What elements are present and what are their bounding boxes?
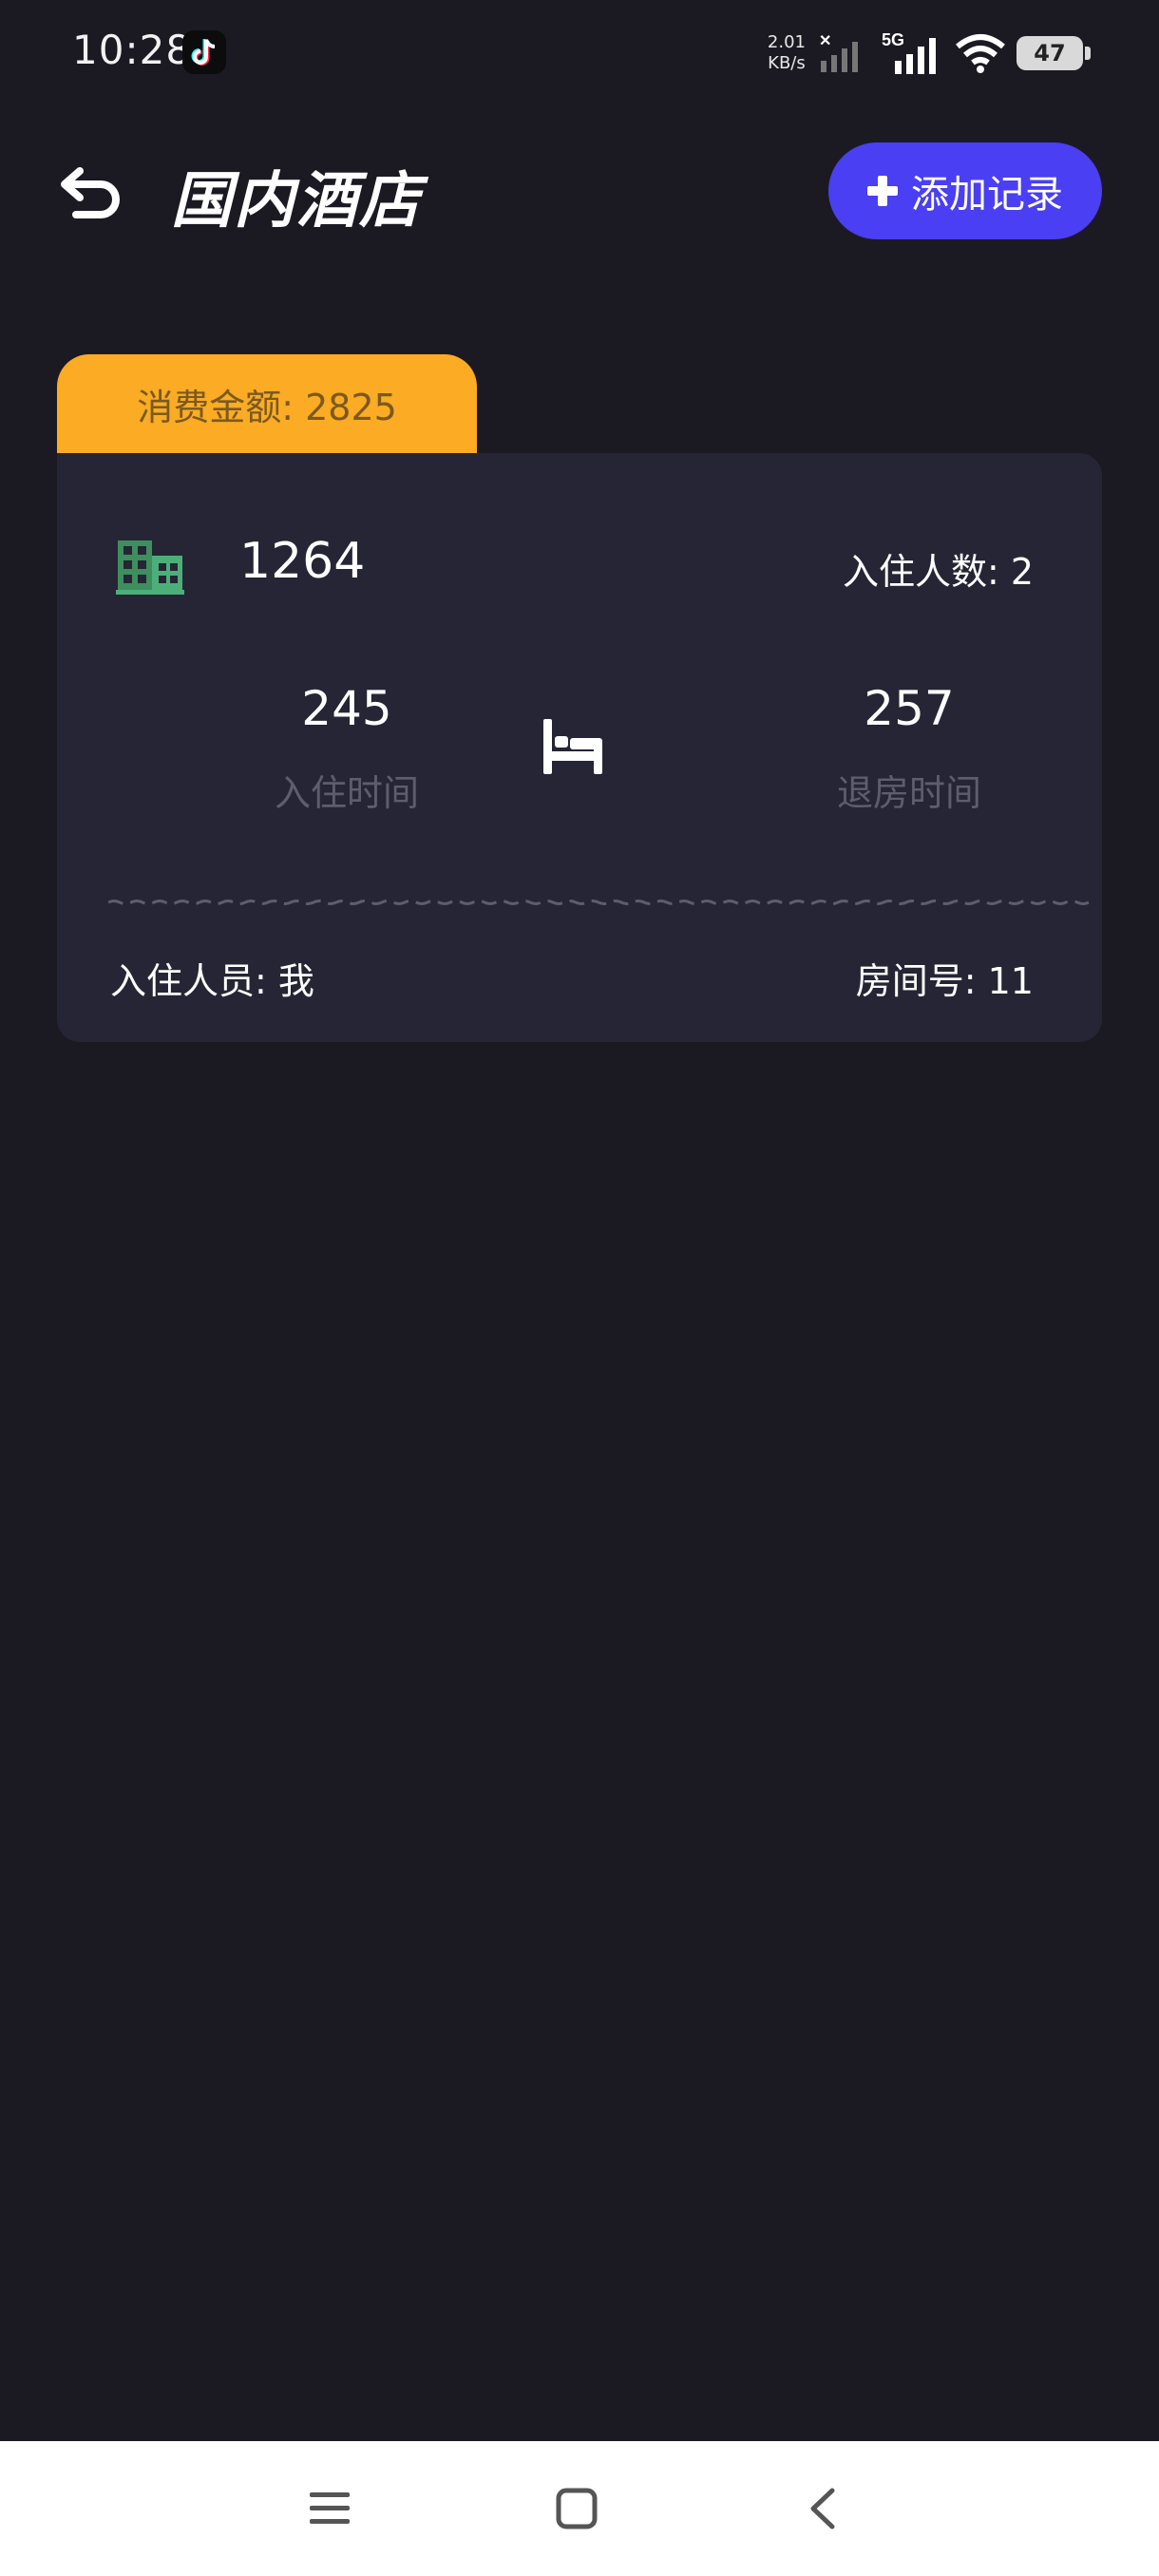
checkin-value: 245 — [301, 681, 392, 736]
dashed-divider — [108, 900, 1090, 905]
system-nav-bar — [0, 2441, 1159, 2576]
room-number: 房间号: 11 — [855, 960, 1034, 1002]
back-arrow-icon — [61, 167, 120, 218]
hotel-record-card[interactable]: 1264 入住人数: 2 245 入住时间 257 退房时间 入住人员: 我 房… — [57, 453, 1102, 1042]
hotel-building-icon — [116, 540, 184, 595]
back-button[interactable] — [59, 158, 125, 224]
occupant: 入住人员: 我 — [110, 960, 314, 1002]
page-title: 国内酒店 — [171, 166, 422, 237]
checkout-value: 257 — [864, 681, 955, 736]
net-speed-unit: KB/s — [768, 53, 806, 73]
status-time: 10:28 — [72, 27, 193, 73]
amount-badge: 消费金额: 2825 — [57, 354, 477, 454]
menu-icon[interactable] — [306, 2485, 353, 2532]
network-type: 5G — [882, 30, 904, 49]
checkout-label: 退房时间 — [836, 772, 981, 814]
bed-icon — [543, 719, 602, 774]
status-icons: 2.01 KB/s ✕ 5G 47 — [768, 25, 1091, 82]
battery-icon: 47 — [1016, 36, 1091, 70]
guest-count: 入住人数: 2 — [842, 551, 1034, 593]
status-bar: 10:28 2.01 KB/s ✕ 5G 47 — [0, 0, 1159, 104]
tiktok-icon — [182, 30, 226, 74]
home-icon[interactable] — [553, 2485, 600, 2532]
net-speed: 2.01 KB/s — [768, 32, 806, 74]
nav-back-icon[interactable] — [800, 2485, 847, 2532]
signal-icon: ✕ — [819, 33, 858, 72]
add-record-label: 添加记录 — [911, 173, 1063, 217]
signal-5g-icon: 5G — [882, 30, 936, 74]
net-speed-value: 2.01 — [767, 32, 806, 52]
checkin-label: 入住时间 — [274, 772, 419, 814]
svg-text:✕: ✕ — [819, 33, 831, 49]
add-record-button[interactable]: 添加记录 — [828, 142, 1102, 239]
plus-icon — [867, 176, 898, 206]
hotel-price: 1264 — [239, 533, 366, 590]
wifi-icon — [956, 34, 1005, 73]
